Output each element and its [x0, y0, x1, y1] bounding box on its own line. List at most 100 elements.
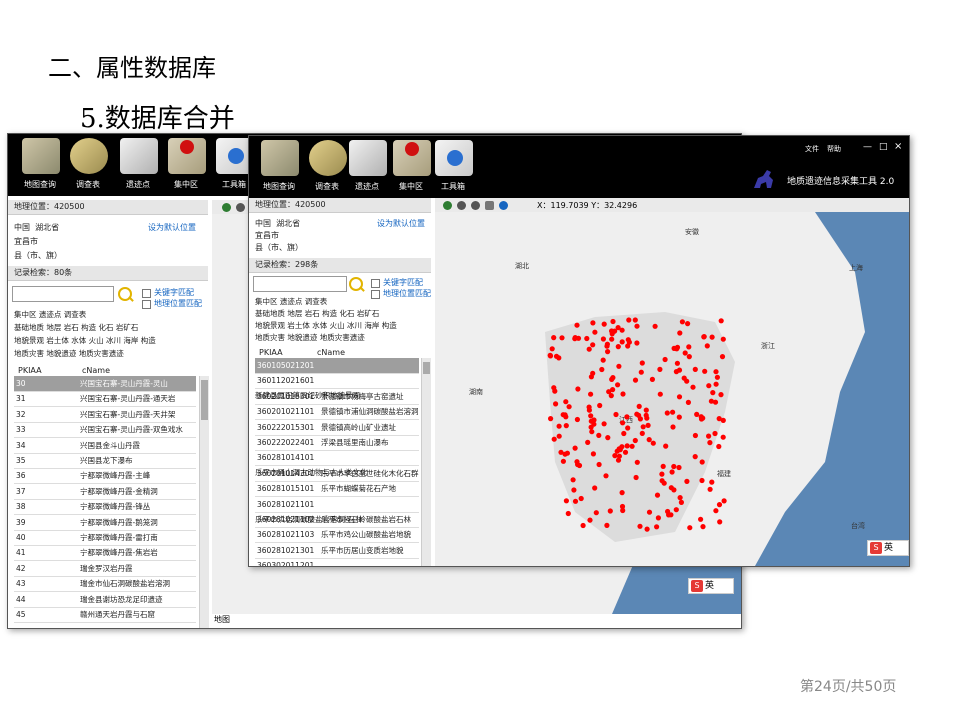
site-marker[interactable]: [560, 458, 566, 464]
location-match-checkbox[interactable]: [371, 290, 380, 299]
table-row[interactable]: 360105021201南昌梅岭青宇期花岗岩地质地貌: [255, 358, 419, 385]
table-row[interactable]: 360201021101 景德镇市浦仙洞碳酸盐岩溶洞: [255, 404, 419, 421]
category-filter-row[interactable]: 地质灾害 地貌遗迹 地质灾害遗迹: [255, 332, 365, 343]
site-marker[interactable]: [610, 318, 616, 325]
site-marker[interactable]: [564, 450, 570, 456]
site-marker[interactable]: [657, 366, 663, 372]
table-row[interactable]: 45 赣州通天岩丹霞与石窟: [14, 607, 196, 623]
site-marker[interactable]: [593, 510, 599, 516]
table-row[interactable]: 360222015301 景德镇高岭山矿业遗址: [255, 420, 419, 436]
site-marker[interactable]: [677, 330, 683, 336]
site-marker[interactable]: [634, 340, 640, 346]
site-marker[interactable]: [591, 417, 597, 423]
site-marker[interactable]: [713, 381, 719, 387]
site-marker[interactable]: [616, 363, 622, 369]
site-marker[interactable]: [584, 335, 590, 342]
site-marker[interactable]: [652, 323, 658, 329]
table-row[interactable]: 32 兴国宝石寨-灵山丹霞-天井架: [14, 407, 196, 423]
site-marker[interactable]: [718, 318, 724, 324]
column-header-name[interactable]: cName: [317, 348, 345, 357]
site-marker[interactable]: [709, 479, 715, 485]
site-marker[interactable]: [686, 344, 692, 350]
site-marker[interactable]: [558, 449, 564, 455]
site-marker[interactable]: [634, 323, 640, 329]
globe-icon[interactable]: [443, 201, 452, 210]
site-marker[interactable]: [576, 462, 583, 469]
site-marker[interactable]: [655, 515, 661, 521]
help-menu[interactable]: 帮助: [827, 144, 841, 154]
table-row[interactable]: 43 瑞金市仙石洞碳酸盐岩溶洞: [14, 576, 196, 593]
site-marker[interactable]: [565, 510, 571, 517]
site-marker[interactable]: [626, 317, 632, 323]
site-marker[interactable]: [685, 321, 691, 327]
set-default-location-link[interactable]: 设为默认位置: [377, 218, 425, 229]
keyword-match-checkbox[interactable]: [371, 279, 380, 288]
back-search-input[interactable]: [12, 286, 114, 302]
site-marker[interactable]: [654, 492, 661, 498]
site-marker[interactable]: [578, 495, 584, 502]
table-row[interactable]: 360281014301 乐平市早白垩世硅化木化石群: [255, 466, 419, 482]
site-marker[interactable]: [660, 463, 666, 469]
table-row[interactable]: 360281021301 乐平市历居山变质岩地貌: [255, 543, 419, 559]
site-marker[interactable]: [634, 411, 640, 417]
site-marker[interactable]: [659, 471, 665, 477]
site-marker[interactable]: [684, 478, 690, 484]
site-marker[interactable]: [622, 449, 629, 455]
maximize-button[interactable]: □: [879, 142, 888, 152]
site-marker[interactable]: [574, 322, 580, 328]
site-marker[interactable]: [575, 386, 581, 392]
site-marker[interactable]: [551, 436, 557, 442]
site-marker[interactable]: [596, 432, 602, 438]
site-marker[interactable]: [716, 502, 723, 508]
site-marker[interactable]: [654, 524, 660, 530]
site-marker[interactable]: [572, 445, 578, 451]
site-marker[interactable]: [681, 375, 687, 381]
site-marker[interactable]: [562, 412, 568, 418]
table-row[interactable]: 42 瑞金罗汉岩丹霞: [14, 561, 196, 577]
table-row[interactable]: 41 宁都翠微峰丹霞-焦岩岩: [14, 545, 196, 562]
ime-indicator[interactable]: S英: [867, 540, 909, 556]
site-marker[interactable]: [704, 343, 710, 349]
site-marker[interactable]: [603, 473, 609, 479]
site-marker[interactable]: [619, 339, 625, 345]
table-row[interactable]: 37 宁都翠微峰丹霞-金精洞: [14, 484, 196, 500]
site-marker[interactable]: [601, 421, 607, 427]
site-marker[interactable]: [671, 345, 677, 351]
zoom-in-icon[interactable]: [457, 201, 466, 210]
site-marker[interactable]: [556, 423, 562, 429]
site-marker[interactable]: [604, 522, 610, 528]
site-marker[interactable]: [713, 369, 719, 375]
site-marker[interactable]: [600, 357, 606, 363]
site-marker[interactable]: [719, 354, 726, 360]
front-map-canvas[interactable]: 安徽 湖北 上海 浙江 湖南 江西 福建 台湾: [435, 212, 909, 566]
location-match-checkbox[interactable]: [142, 300, 151, 309]
site-marker[interactable]: [592, 329, 598, 335]
site-marker[interactable]: [619, 490, 625, 496]
site-marker[interactable]: [580, 522, 586, 529]
table-row[interactable]: 360281021102 乐平市怪石岭碳酸盐岩石林: [255, 512, 419, 528]
site-marker[interactable]: [563, 423, 569, 429]
site-marker[interactable]: [621, 430, 627, 437]
site-marker[interactable]: [670, 409, 676, 415]
site-marker[interactable]: [625, 337, 631, 343]
site-marker[interactable]: [709, 334, 715, 340]
site-marker[interactable]: [563, 399, 569, 405]
site-marker[interactable]: [604, 341, 610, 347]
search-icon[interactable]: [118, 287, 132, 301]
site-marker[interactable]: [644, 526, 650, 532]
keyword-match-checkbox[interactable]: [142, 289, 151, 298]
globe-icon[interactable]: [222, 203, 231, 212]
site-marker[interactable]: [624, 414, 630, 420]
site-marker[interactable]: [599, 366, 605, 373]
site-marker[interactable]: [713, 508, 719, 514]
site-marker[interactable]: [592, 485, 598, 491]
site-marker[interactable]: [553, 401, 559, 407]
site-marker[interactable]: [614, 448, 620, 454]
column-header-id[interactable]: PKIAA: [18, 366, 42, 375]
site-marker[interactable]: [640, 424, 646, 430]
site-marker[interactable]: [566, 404, 572, 410]
site-marker[interactable]: [717, 519, 723, 525]
table-row[interactable]: 360302011201萍乡安源上三叠统安源组层型（剖: [255, 558, 419, 566]
site-marker[interactable]: [650, 440, 656, 446]
site-marker[interactable]: [637, 523, 643, 529]
